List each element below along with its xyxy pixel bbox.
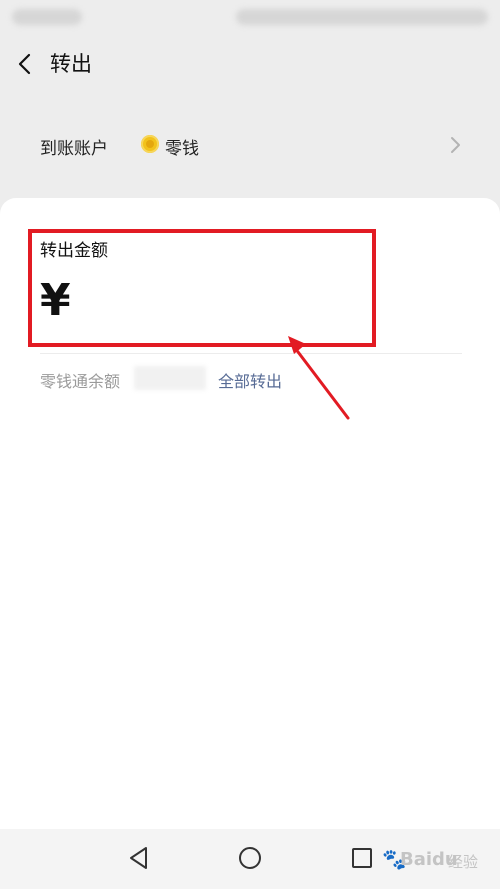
nav-header: 转出 <box>0 40 500 90</box>
account-value: 零钱 <box>165 139 199 159</box>
chevron-left-icon <box>18 53 31 75</box>
transfer-all-link[interactable]: 全部转出 <box>218 368 282 392</box>
watermark-sub: 经验 <box>448 853 479 871</box>
status-bar-right-blurred <box>236 9 488 25</box>
page-title: 转出 <box>50 52 92 76</box>
status-bar <box>0 0 500 36</box>
circle-home-icon[interactable] <box>237 845 263 871</box>
balance-value-blurred <box>134 366 206 390</box>
chevron-right-icon <box>451 137 460 153</box>
baidu-watermark: 🐾 Baidu 经验 <box>382 841 494 877</box>
status-bar-left-blurred <box>12 9 82 25</box>
divider <box>40 353 462 354</box>
red-arrow-annotation <box>288 336 350 420</box>
coin-icon <box>141 135 159 153</box>
square-recent-icon[interactable] <box>349 845 375 871</box>
triangle-back-icon[interactable] <box>126 845 152 871</box>
back-button[interactable] <box>12 50 40 78</box>
account-label: 到账账户 <box>40 139 108 159</box>
balance-label: 零钱通余额 <box>40 372 121 391</box>
system-navigation-bar: 🐾 Baidu 经验 <box>0 829 500 889</box>
account-selector-row[interactable]: 到账账户 零钱 <box>0 120 500 172</box>
